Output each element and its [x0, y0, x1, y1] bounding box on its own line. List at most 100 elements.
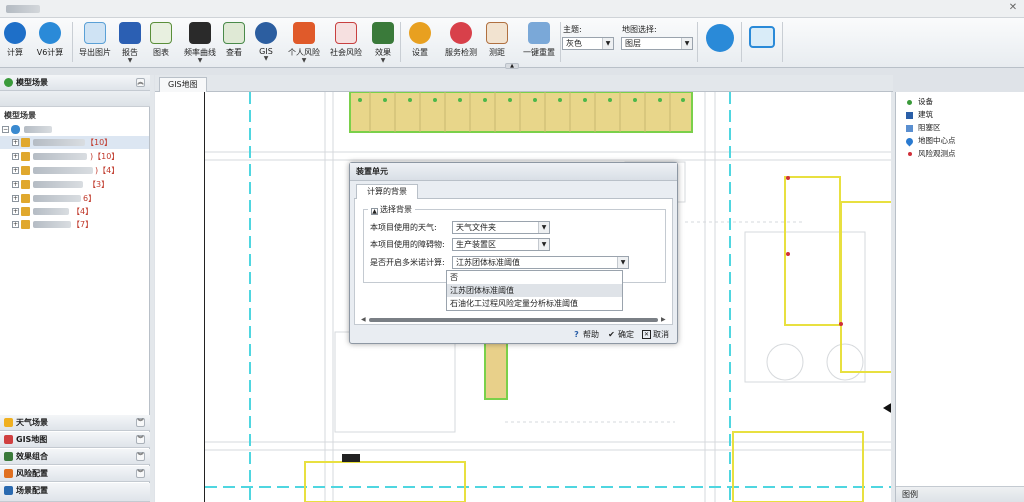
- legend-panel: 设备 建筑 阻塞区 地图中心点 风险观测点 图例: [895, 92, 1024, 502]
- left-panel: 模型场景 ︽ 模型场景 − + 【10】 + )【10】 + )【4】 + 【3…: [0, 75, 150, 502]
- dropdown-option[interactable]: 否: [447, 271, 622, 284]
- dropdown-option[interactable]: 江苏团体标准阈值: [447, 284, 622, 297]
- horizontal-scrollbar[interactable]: ◀ ▶: [361, 316, 668, 323]
- measure-distance-button[interactable]: 测距: [479, 20, 515, 64]
- risk-config-header[interactable]: 风险配置 ︾: [0, 466, 150, 482]
- redacted-text: [33, 181, 83, 188]
- device-unit-dialog: 装置单元 计算的背景 ▲ 选择背景 本项目使用的天气: 天气文件夹 ▼ 本项目使用…: [349, 162, 678, 344]
- dialog-footer: ? 帮助 ✔ 确定 ✕ 取消: [350, 327, 677, 343]
- map-select-label: 地图选择:: [622, 25, 657, 34]
- calculate-button[interactable]: 计算: [0, 20, 33, 64]
- expand-toggle-icon[interactable]: +: [12, 208, 19, 215]
- tree-item[interactable]: + 【10】: [0, 136, 149, 149]
- ok-button[interactable]: ✔ 确定: [607, 329, 634, 341]
- tree-item[interactable]: + 【7】: [0, 218, 149, 231]
- window-titlebar: ✕: [0, 0, 1024, 18]
- legend-item: 设备: [906, 96, 933, 108]
- redacted-text: [33, 153, 87, 160]
- folder-icon: [21, 194, 30, 203]
- domino-select[interactable]: 江苏团体标准阈值 ▼: [452, 256, 629, 269]
- left-splitter[interactable]: [150, 75, 154, 502]
- heartbeat-icon: [450, 22, 472, 44]
- settings-button[interactable]: 设置: [402, 20, 438, 64]
- gis-button[interactable]: GIS ▼: [248, 20, 284, 64]
- building-icon: [906, 112, 913, 119]
- v6-calculate-button[interactable]: V6计算: [32, 20, 68, 64]
- tree-item[interactable]: + 6】: [0, 192, 149, 205]
- gear-icon: [409, 22, 431, 44]
- tree-icon: [4, 78, 13, 87]
- expand-toggle-icon[interactable]: +: [12, 181, 19, 188]
- weather-scene-header[interactable]: 天气场景 ︾: [0, 415, 150, 431]
- scroll-left-icon[interactable]: ◀: [361, 316, 366, 323]
- theme-select[interactable]: 灰色 ▼: [562, 37, 614, 50]
- expand-toggle-icon[interactable]: +: [12, 195, 19, 202]
- cancel-button[interactable]: ✕ 取消: [642, 329, 669, 341]
- panel-toolbar: [0, 91, 150, 107]
- window-close-icon[interactable]: ✕: [1006, 2, 1020, 14]
- id-card-icon: [749, 26, 775, 48]
- separator: [560, 22, 561, 62]
- scene-config-header[interactable]: 场景配置: [0, 483, 150, 502]
- reset-all-button[interactable]: 一键重置: [521, 20, 557, 64]
- legend-item: 阻塞区: [906, 122, 941, 134]
- chevron-down-icon: ▼: [602, 38, 613, 49]
- collapse-toggle-icon[interactable]: ▲: [371, 208, 378, 215]
- service-check-button[interactable]: 服务检测: [443, 20, 479, 64]
- film-icon: [189, 22, 211, 44]
- chevron-down-icon: ▼: [380, 57, 386, 64]
- cloud-icon: [11, 125, 20, 134]
- support-button[interactable]: [702, 20, 738, 64]
- model-scene-header[interactable]: 模型场景 ︽: [0, 75, 150, 91]
- expand-toggle-icon[interactable]: +: [12, 167, 19, 174]
- legend-item: 风险观测点: [906, 148, 956, 160]
- weather-select[interactable]: 天气文件夹 ▼: [452, 221, 550, 234]
- chevron-down-icon: ▼: [681, 38, 692, 49]
- card-button[interactable]: [744, 20, 780, 64]
- view-button[interactable]: 查看: [216, 20, 252, 64]
- help-button[interactable]: ? 帮助: [572, 329, 599, 341]
- obstacle-select[interactable]: 生产装置区 ▼: [452, 238, 550, 251]
- expand-toggle-icon[interactable]: +: [12, 139, 19, 146]
- ribbon-collapse-handle[interactable]: ▲: [505, 63, 519, 69]
- scroll-right-icon[interactable]: ▶: [661, 316, 666, 323]
- table-icon: [223, 22, 245, 44]
- tree-item[interactable]: + 【4】: [0, 205, 149, 218]
- map-select[interactable]: 图层 ▼: [621, 37, 693, 50]
- expand-icon[interactable]: ︾: [136, 469, 145, 478]
- folder-icon: [21, 166, 30, 175]
- domino-dropdown-list[interactable]: 否 江苏团体标准阈值 石油化工过程风险定量分析标准阈值: [446, 270, 623, 311]
- folder-icon: [21, 180, 30, 189]
- expand-toggle-icon[interactable]: +: [12, 221, 19, 228]
- tree-item[interactable]: + )【4】: [0, 164, 149, 177]
- collapse-toggle-icon[interactable]: −: [2, 126, 9, 133]
- expand-icon[interactable]: ︾: [136, 452, 145, 461]
- gis-map-header[interactable]: GIS地图 ︾: [0, 432, 150, 448]
- expand-icon[interactable]: ︾: [136, 435, 145, 444]
- tree-item[interactable]: + 【3】: [0, 178, 149, 191]
- frequency-curve-button[interactable]: 频率曲线 ▼: [182, 20, 218, 64]
- export-image-button[interactable]: 导出图片: [77, 20, 113, 64]
- tree-item[interactable]: + )【10】: [0, 150, 149, 163]
- chevron-down-icon: ▼: [538, 239, 549, 250]
- personal-risk-button[interactable]: 个人风险 ▼: [286, 20, 322, 64]
- expand-toggle-icon[interactable]: +: [12, 153, 19, 160]
- image-icon: [84, 22, 106, 44]
- tree-root[interactable]: −: [0, 123, 149, 136]
- dropdown-option[interactable]: 石油化工过程风险定量分析标准阈值: [447, 297, 622, 310]
- weather-field-label: 本项目使用的天气:: [370, 223, 437, 232]
- globe-icon: [255, 22, 277, 44]
- expand-icon[interactable]: ︾: [136, 418, 145, 427]
- tab-gis-map[interactable]: GIS地图: [159, 77, 207, 92]
- tab-calc-background[interactable]: 计算的背景: [356, 184, 418, 199]
- folder-icon: [21, 207, 30, 216]
- effect-button[interactable]: 效果 ▼: [365, 20, 401, 64]
- social-risk-button[interactable]: 社会风险: [328, 20, 364, 64]
- redacted-text: [33, 139, 85, 146]
- effect-combo-header[interactable]: 效果组合 ︾: [0, 449, 150, 465]
- scrollbar-thumb[interactable]: [369, 318, 658, 322]
- collapse-icon[interactable]: ︽: [136, 78, 145, 87]
- fieldset-legend[interactable]: ▲ 选择背景: [368, 204, 415, 215]
- chart-button[interactable]: 图表: [143, 20, 179, 64]
- close-icon: ✕: [642, 330, 651, 339]
